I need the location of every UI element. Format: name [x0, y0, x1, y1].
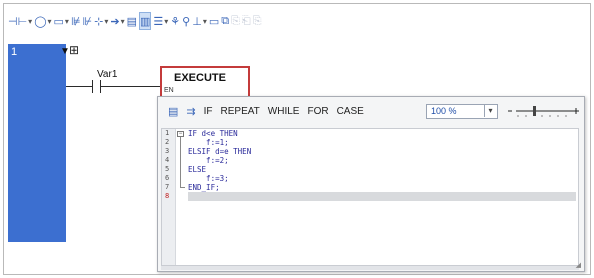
block-tool-icon[interactable]: ▭: [54, 12, 69, 30]
right-wire: [100, 86, 160, 87]
zoom-slider[interactable]: [506, 102, 582, 120]
contact-variable-label[interactable]: Var1: [97, 69, 117, 80]
rung-number: 1: [11, 46, 18, 58]
branch-icon[interactable]: ⊮: [83, 12, 93, 30]
line-number-gutter: 12345678: [162, 129, 176, 265]
code-line[interactable]: ELSIF d=e THEN: [188, 147, 576, 156]
jump-icon[interactable]: ➔: [110, 12, 124, 30]
keyword-if-button[interactable]: IF: [204, 106, 213, 117]
line-number: 3: [165, 147, 170, 155]
indent-icon[interactable]: ⇉: [186, 105, 195, 118]
line-number: 6: [165, 174, 170, 182]
line-number: 7: [165, 183, 170, 191]
code-text-area[interactable]: 12345678 − IF d<e THEN f:=1; ELSIF d=e TH…: [161, 128, 579, 266]
chevron-down-icon[interactable]: ▾: [484, 105, 496, 117]
code-line[interactable]: END_IF;: [188, 183, 576, 192]
comment-icon[interactable]: ▭: [209, 12, 219, 30]
contact-tool-icon[interactable]: ⊣⊢: [8, 12, 32, 30]
keyword-while-button[interactable]: WHILE: [268, 106, 300, 117]
code-line[interactable]: [188, 192, 576, 201]
disabled-icon-2: ⎗: [241, 14, 251, 27]
code-lines: IF d<e THEN f:=1; ELSIF d=e THEN f:=2; ELS…: [180, 129, 576, 201]
format-icon[interactable]: ▤: [168, 105, 178, 118]
disabled-icon-3: ⎘: [252, 14, 262, 27]
left-wire: [66, 86, 92, 87]
line-number: 5: [165, 165, 170, 173]
code-line[interactable]: f:=3;: [188, 174, 576, 183]
list-view-icon[interactable]: ☰: [153, 12, 168, 30]
st-code-editor: ▤ ⇉ IF REPEAT WHILE FOR CASE 100 % ▾ 123…: [157, 96, 585, 272]
block-title: EXECUTE: [174, 72, 226, 84]
line-number: 4: [165, 156, 170, 164]
line-number: 2: [165, 138, 170, 146]
coil-tool-icon[interactable]: ◯: [34, 12, 51, 30]
code-line[interactable]: f:=1;: [188, 138, 576, 147]
copy-icon[interactable]: ⧉: [221, 12, 229, 30]
keyword-for-button[interactable]: FOR: [307, 106, 328, 117]
en-pin-label: EN: [164, 87, 174, 94]
insert-rung-icon[interactable]: ⊹: [94, 12, 108, 30]
code-line[interactable]: f:=2;: [188, 156, 576, 165]
execute-block[interactable]: EXECUTE EN: [160, 66, 250, 100]
code-line[interactable]: ELSE: [188, 165, 576, 174]
parallel-branch-icon[interactable]: ⊯: [71, 12, 81, 30]
line-number: 1: [165, 129, 170, 137]
horizontal-scrollbar[interactable]: [161, 266, 579, 270]
network-view-icon[interactable]: ▤: [127, 12, 137, 30]
variables-icon[interactable]: ⚘: [170, 12, 180, 30]
ladder-toolbar: ⊣⊢◯▭⊯⊮⊹➔▤▥☰⚘⚲⊥▭⧉⎘⎗⎘: [8, 10, 262, 32]
resize-grip-icon[interactable]: ◢: [576, 261, 581, 269]
rung-expand-icon[interactable]: ⊞: [69, 43, 79, 57]
line-number: 8: [165, 192, 170, 200]
code-line[interactable]: IF d<e THEN: [188, 129, 576, 138]
keyword-repeat-button[interactable]: REPEAT: [221, 106, 260, 117]
align-icon[interactable]: ⊥: [192, 12, 207, 30]
st-view-icon[interactable]: ▥: [139, 12, 152, 30]
contact-left-bar: [92, 80, 93, 93]
disabled-icon-1: ⎘: [231, 14, 240, 27]
keyword-case-button[interactable]: CASE: [337, 106, 364, 117]
rung-selector[interactable]: 1: [8, 44, 66, 242]
person-icon[interactable]: ⚲: [182, 12, 190, 30]
